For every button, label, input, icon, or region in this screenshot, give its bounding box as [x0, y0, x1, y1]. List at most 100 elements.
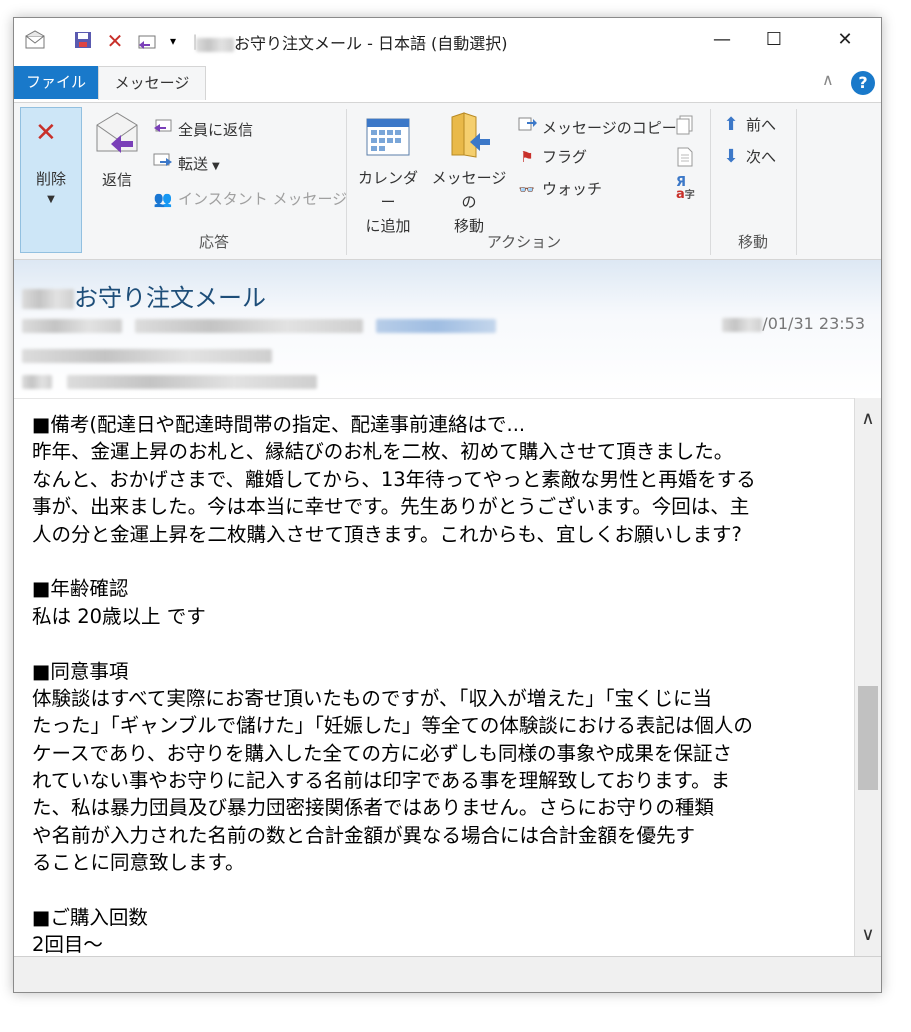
help-icon[interactable]: ?	[851, 71, 875, 95]
tab-message[interactable]: メッセージ	[98, 66, 206, 100]
group-label-move: 移動	[737, 233, 768, 251]
redacted-recipient	[22, 348, 272, 363]
window-title: お守り注文メール - 日本語 (自動選択)	[196, 30, 508, 54]
redacted-subject-prefix	[22, 289, 74, 309]
delete-icon[interactable]: ✕	[104, 30, 126, 52]
scroll-down-button[interactable]: ∨	[855, 922, 881, 948]
instant-message-label: インスタント メッセージ	[178, 190, 348, 208]
message-body[interactable]: ■備考(配達日や配達時間帯の指定、配達事前連絡はで... 昨年、金運上昇のお札と、…	[14, 398, 854, 956]
down-arrow-icon: ⬇	[723, 146, 739, 167]
forward-icon	[152, 151, 174, 176]
title-bar: ✕ ▾ | お守り注文メール - 日本語 (自動選択) — ☐ ✕	[14, 18, 881, 64]
reply-all-icon	[152, 117, 174, 142]
reply-all-button[interactable]: 全員に返信	[152, 117, 253, 141]
delete-label: 削除	[35, 170, 66, 188]
calendar-icon	[366, 118, 410, 156]
redacted-sender	[196, 37, 234, 52]
flag-button[interactable]: ⚑ フラグ	[516, 145, 587, 169]
qat-dropdown-icon[interactable]: ▾	[162, 30, 184, 52]
redacted-year	[722, 317, 763, 332]
cc-line	[22, 372, 317, 390]
add-calendar-label-2: に追加	[365, 217, 411, 235]
mail-app-icon	[24, 30, 46, 52]
body-line: た、私は暴力団員及び暴力団密接関係者ではありません。さらにお守りの種類	[32, 796, 714, 820]
copy-message-label: メッセージのコピー	[542, 119, 677, 137]
body-line: 体験談はすべて実際にお寄せ頂いたものですが、「収入が増えた」「宝くじに当	[32, 686, 712, 710]
watch-label: ウォッチ	[542, 180, 603, 198]
sender-line	[22, 316, 496, 334]
redacted-sender-link[interactable]	[375, 318, 496, 333]
body-line: たった」「ギャンブルで儲けた」「妊娠した」等全ての体験談における表記は個人の	[32, 714, 753, 738]
forward-button[interactable]: 転送 ▼	[152, 151, 220, 175]
delete-button[interactable]: ✕ 削除 ▼	[20, 107, 82, 253]
encoding-icon[interactable]: Яa字	[676, 176, 695, 202]
previous-label: 前へ	[746, 116, 777, 134]
save-icon[interactable]	[72, 30, 94, 52]
previous-button[interactable]: ⬆ 前へ	[720, 113, 776, 137]
body-line: ■備考(配達日や配達時間帯の指定、配達事前連絡はで...	[32, 413, 526, 436]
flag-icon: ⚑	[520, 148, 534, 166]
delete-dropdown-icon: ▼	[47, 194, 55, 205]
up-arrow-icon: ⬆	[723, 114, 739, 135]
redacted-sender-address	[134, 318, 363, 333]
ribbon-separator	[346, 109, 347, 255]
mail-window: ✕ ▾ | お守り注文メール - 日本語 (自動選択) — ☐ ✕ ファイル メ…	[13, 17, 882, 993]
tab-file[interactable]: ファイル	[14, 66, 98, 99]
message-subject: お守り注文メール	[22, 278, 266, 313]
reply-icon[interactable]	[136, 30, 158, 52]
maximize-button[interactable]: ☐	[751, 18, 797, 64]
flag-label: フラグ	[542, 148, 588, 166]
ribbon-separator	[796, 109, 797, 255]
body-line: ることに同意致します。	[32, 851, 245, 875]
next-button[interactable]: ⬇ 次へ	[720, 145, 776, 169]
add-calendar-label-1: カレンダー	[357, 169, 418, 211]
body-line: ■年齢確認	[32, 577, 129, 601]
body-line: れていない事やお守りに記入する名前は印字である事を理解致しております。ま	[32, 769, 731, 793]
redacted-cc-label	[22, 374, 52, 389]
body-line	[32, 548, 844, 575]
vertical-scrollbar[interactable]: ∧ ∨	[854, 398, 881, 956]
instant-message-icon: 👥	[153, 190, 173, 208]
redacted-sender-name	[22, 318, 122, 333]
copy-message-button[interactable]: メッセージのコピー	[516, 113, 677, 137]
add-to-calendar-button[interactable]: カレンダー に追加	[352, 115, 424, 238]
minimize-button[interactable]: —	[699, 18, 745, 64]
body-line: 2回目〜	[32, 933, 103, 956]
body-line: ケースであり、お守りを購入した全ての方に必ずしも同様の事象や成果を保証さ	[32, 741, 733, 765]
redacted-cc-address	[66, 374, 317, 389]
body-line: なんと、おかげさまで、離婚してから、13年待ってやっと素敵な男性と再婚をする	[32, 467, 756, 491]
body-line: 事が、出来ました。今は本当に幸せです。先生ありがとうございます。今回は、主	[32, 495, 750, 519]
delete-x-icon: ✕	[35, 118, 57, 148]
body-line: ■ご購入回数	[32, 906, 148, 930]
group-label-respond: 応答	[198, 233, 229, 251]
folder-move-icon	[451, 112, 490, 158]
collapse-ribbon-icon[interactable]: ∧	[822, 70, 834, 89]
status-bar	[14, 956, 881, 992]
glasses-icon: 👓	[518, 183, 536, 198]
copy-icon[interactable]	[676, 115, 694, 139]
reply-button[interactable]: 返信	[92, 111, 142, 192]
instant-message-button: 👥 インスタント メッセージ	[152, 187, 348, 211]
message-datetime: /01/31 23:53	[722, 314, 865, 333]
body-line: や名前が入力された名前の数と合計金額が異なる場合には合計金額を優先す	[32, 823, 696, 847]
scroll-up-button[interactable]: ∧	[855, 406, 881, 432]
body-line: 昨年、金運上昇のお札と、縁結びのお札を二枚、初めて購入させて頂きました。	[32, 440, 734, 464]
watch-button[interactable]: 👓 ウォッチ	[516, 177, 602, 201]
ribbon-separator	[710, 109, 711, 255]
forward-label: 転送	[178, 155, 209, 173]
ribbon-tabs: ファイル メッセージ ∧ ?	[14, 64, 881, 102]
document-icon[interactable]	[676, 147, 694, 171]
body-line: 私は 20歳以上 です	[32, 604, 206, 628]
reply-envelope-icon	[96, 112, 138, 153]
body-line	[32, 630, 844, 657]
scroll-thumb[interactable]	[858, 686, 878, 790]
close-button[interactable]: ✕	[822, 18, 868, 64]
message-header: お守り注文メール /01/31 23:53	[14, 260, 881, 398]
reply-label: 返信	[101, 171, 132, 189]
move-message-label-1: メッセージの	[431, 169, 507, 211]
body-line: ■同意事項	[32, 659, 129, 683]
move-message-button[interactable]: メッセージの 移動	[426, 111, 512, 238]
next-label: 次へ	[746, 148, 777, 166]
group-label-action: アクション	[486, 233, 562, 251]
forward-dropdown-icon: ▼	[212, 161, 220, 172]
